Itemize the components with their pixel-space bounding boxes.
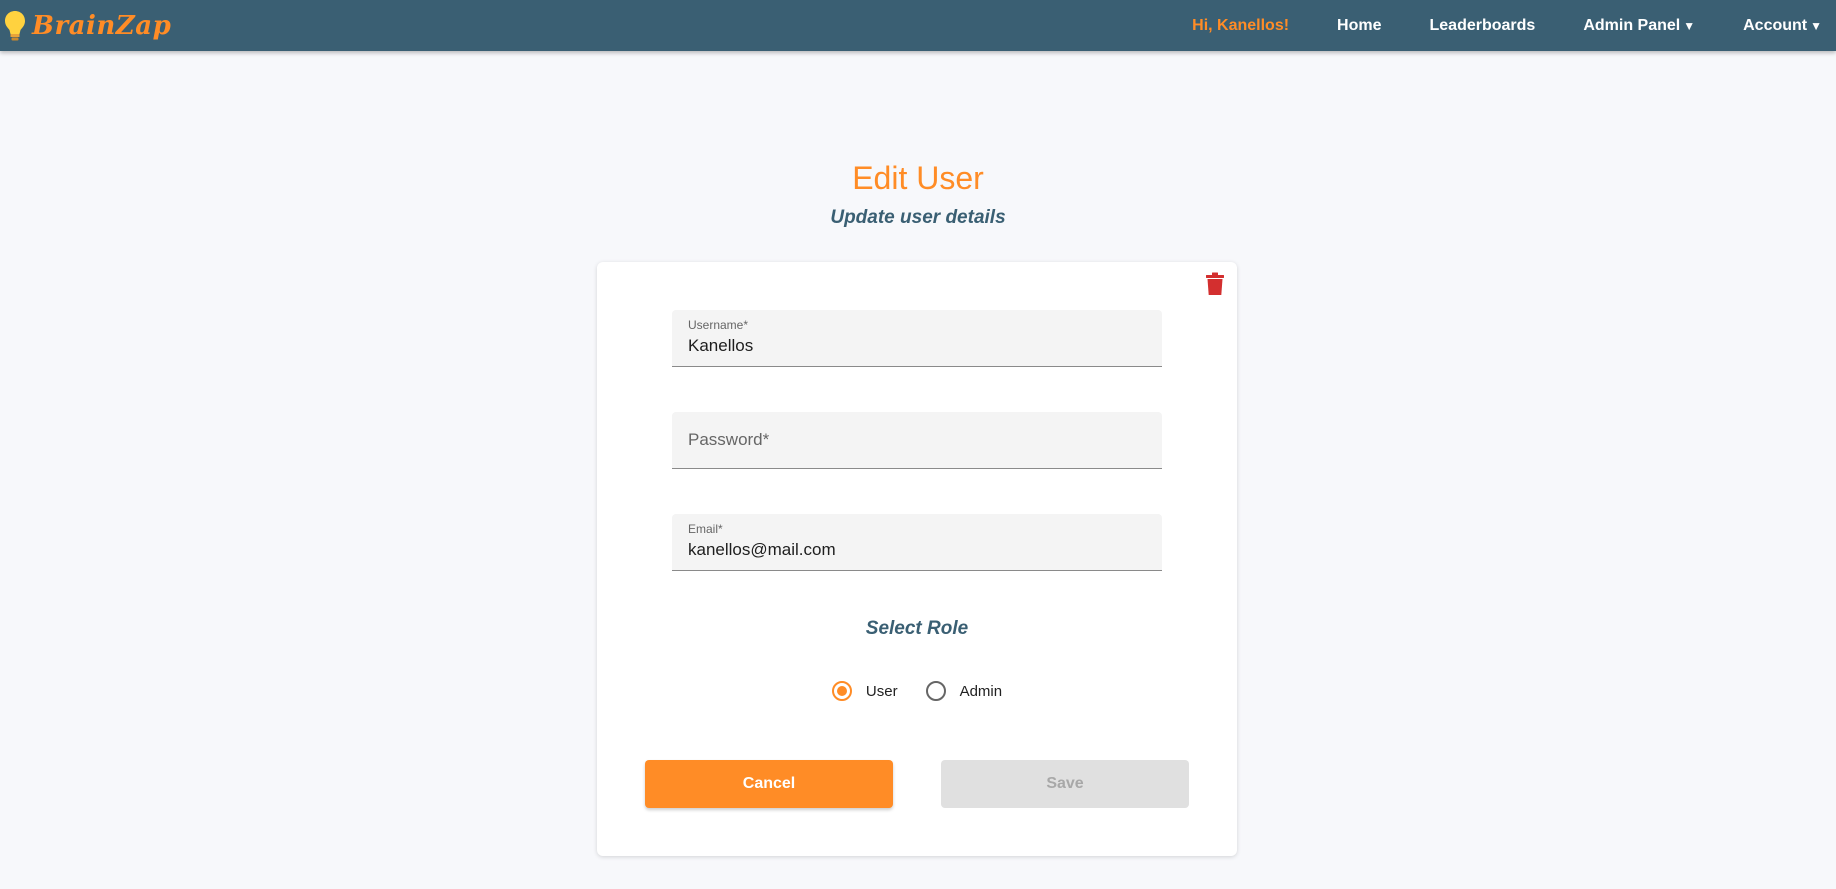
brand-logo-text: BrainZap	[32, 11, 172, 41]
role-admin-label: Admin	[959, 682, 1003, 700]
nav-leaderboards-link[interactable]: Leaderboards	[1430, 17, 1536, 35]
password-field[interactable]: Password*	[672, 412, 1162, 469]
caret-down-icon: ▼	[1810, 18, 1822, 33]
username-label: Username*	[688, 318, 749, 332]
role-user-label: User	[865, 682, 898, 700]
email-label: Email*	[688, 522, 723, 536]
username-input[interactable]	[688, 336, 1146, 356]
admin-panel-label: Admin Panel	[1583, 16, 1681, 34]
cancel-button[interactable]: Cancel	[645, 760, 893, 808]
top-navbar: BrainZap Hi, Kanellos! Home Leaderboards…	[0, 0, 1836, 51]
email-input[interactable]	[688, 540, 1146, 560]
select-role-title: Select Role	[865, 618, 969, 639]
page-subtitle: Update user details	[830, 207, 1006, 228]
account-label: Account	[1743, 16, 1808, 34]
radio-checked-icon[interactable]	[831, 681, 852, 701]
role-radio-group: User Admin	[597, 681, 1237, 701]
edit-user-card: Username* Password* Email* Select Role U…	[597, 262, 1237, 856]
nav-account-dropdown[interactable]: Account ▼	[1743, 17, 1822, 35]
role-user-radio[interactable]: User	[831, 681, 898, 701]
nav-menu: Hi, Kanellos! Home Leaderboards Admin Pa…	[1192, 0, 1822, 51]
trash-icon[interactable]	[1205, 272, 1225, 296]
email-field[interactable]: Email*	[672, 514, 1162, 571]
caret-down-icon: ▼	[1683, 18, 1696, 33]
username-field[interactable]: Username*	[672, 310, 1162, 367]
lightbulb-icon	[5, 11, 25, 41]
nav-greeting: Hi, Kanellos!	[1192, 16, 1290, 34]
role-admin-radio[interactable]: Admin	[925, 681, 1003, 701]
nav-admin-panel-dropdown[interactable]: Admin Panel ▼	[1583, 17, 1695, 35]
page-title: Edit User	[852, 160, 984, 196]
nav-home-link[interactable]: Home	[1337, 17, 1381, 35]
password-placeholder: Password*	[688, 430, 770, 449]
radio-unchecked-icon[interactable]	[925, 681, 946, 701]
brand[interactable]: BrainZap	[4, 6, 171, 46]
save-button[interactable]: Save	[941, 760, 1189, 808]
